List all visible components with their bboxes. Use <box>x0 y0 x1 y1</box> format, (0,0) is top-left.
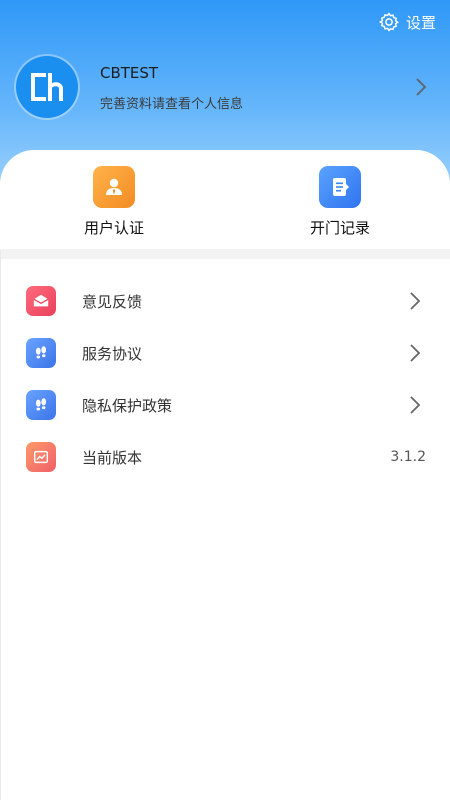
avatar-logo <box>31 73 63 101</box>
user-name: CBTEST <box>100 63 159 82</box>
door-records-button[interactable]: 开门记录 <box>280 166 400 238</box>
user-verification-button[interactable]: 用户认证 <box>54 166 174 238</box>
document-icon <box>319 166 361 208</box>
chart-icon <box>26 442 56 472</box>
quick-action-label: 开门记录 <box>309 219 370 237</box>
menu-item-feedback[interactable]: 意见反馈 <box>0 275 450 327</box>
settings-menu: 意见反馈 服务协议 隐私保护政策 当前版本 3.1.2 <box>0 275 450 483</box>
menu-item-label: 当前版本 <box>82 448 143 467</box>
content-card: 用户认证 开门记录 意见反馈 服务协议 隐私保护政策 当前版本 3.1.2 <box>0 150 450 800</box>
footprints-icon <box>26 338 56 368</box>
quick-actions: 用户认证 开门记录 <box>0 150 450 250</box>
gear-icon <box>378 12 399 32</box>
chevron-right-icon <box>410 292 421 310</box>
section-divider <box>0 249 450 259</box>
settings-button[interactable]: 设置 <box>378 9 436 35</box>
settings-label: 设置 <box>405 13 436 32</box>
footprints-icon <box>26 390 56 420</box>
menu-item-service-agreement[interactable]: 服务协议 <box>0 327 450 379</box>
menu-item-version[interactable]: 当前版本 3.1.2 <box>0 431 450 483</box>
screen-edge <box>0 250 1 800</box>
menu-item-privacy-policy[interactable]: 隐私保护政策 <box>0 379 450 431</box>
menu-item-label: 隐私保护政策 <box>82 396 173 415</box>
profile-row[interactable]: CBTEST 完善资料请查看个人信息 <box>16 56 434 118</box>
quick-action-label: 用户认证 <box>83 219 144 237</box>
chevron-right-icon <box>410 344 421 362</box>
chevron-right-icon[interactable] <box>410 76 430 98</box>
avatar[interactable] <box>16 56 78 118</box>
menu-item-label: 意见反馈 <box>82 292 143 311</box>
envelope-icon <box>26 286 56 316</box>
menu-item-label: 服务协议 <box>82 344 143 363</box>
chevron-right-icon <box>410 396 421 414</box>
version-value: 3.1.2 <box>390 449 426 465</box>
profile-subtitle: 完善资料请查看个人信息 <box>100 96 244 112</box>
user-badge-icon <box>93 166 135 208</box>
